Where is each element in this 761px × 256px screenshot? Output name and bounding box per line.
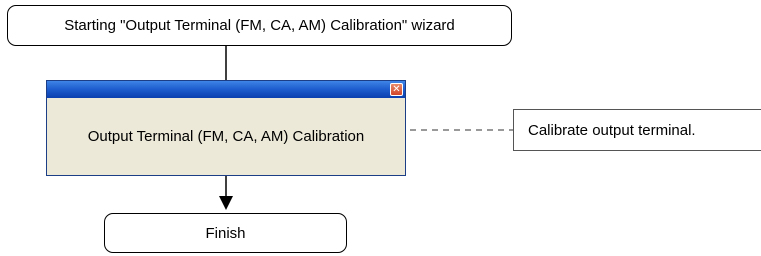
finish-node-label: Finish: [205, 224, 246, 242]
arrow-down-icon: [219, 196, 233, 210]
start-node: Starting "Output Terminal (FM, CA, AM) C…: [7, 5, 512, 46]
note-text: Calibrate output terminal.: [528, 121, 696, 139]
note-callout: Calibrate output terminal.: [513, 109, 761, 151]
dialog-titlebar: ✕: [47, 81, 405, 98]
calibration-dialog-window: ✕ Output Terminal (FM, CA, AM) Calibrati…: [46, 80, 406, 176]
close-icon[interactable]: ✕: [390, 83, 403, 96]
finish-node: Finish: [104, 213, 347, 253]
dialog-body: Output Terminal (FM, CA, AM) Calibration: [47, 98, 405, 175]
dialog-body-text: Output Terminal (FM, CA, AM) Calibration: [87, 128, 365, 145]
start-node-label: Starting "Output Terminal (FM, CA, AM) C…: [64, 17, 455, 34]
